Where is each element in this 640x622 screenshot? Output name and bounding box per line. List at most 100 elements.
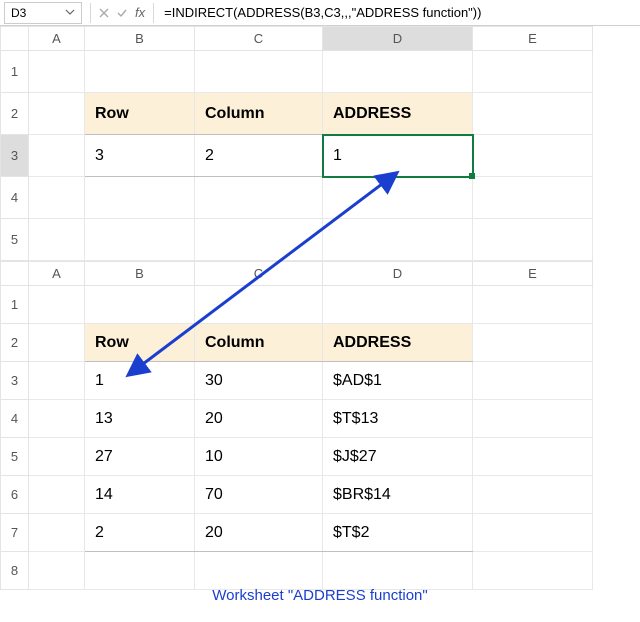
- colhdr-C[interactable]: C: [195, 27, 323, 51]
- colhdr-E[interactable]: E: [473, 27, 593, 51]
- select-all[interactable]: [1, 27, 29, 51]
- formula-bar: D3 fx =INDIRECT(ADDRESS(B3,C3,,,"ADDRESS…: [0, 0, 640, 26]
- c2-A3[interactable]: [29, 362, 85, 400]
- c2-C3[interactable]: 30: [195, 362, 323, 400]
- rowhdr2-6[interactable]: 6: [1, 476, 29, 514]
- colhdr-D[interactable]: D: [323, 27, 473, 51]
- c2-B2[interactable]: Row: [85, 324, 195, 362]
- rowhdr-4[interactable]: 4: [1, 177, 29, 219]
- c2-D8[interactable]: [323, 552, 473, 590]
- cell-E5[interactable]: [473, 219, 593, 261]
- cell-D4[interactable]: [323, 177, 473, 219]
- rowhdr-2[interactable]: 2: [1, 93, 29, 135]
- c2-D6[interactable]: $BR$14: [323, 476, 473, 514]
- cell-C2[interactable]: Column: [195, 93, 323, 135]
- grid-bottom[interactable]: A B C D E 1 2 Row Column ADDRESS 3 1 30 …: [0, 261, 593, 590]
- c2-A1[interactable]: [29, 286, 85, 324]
- c2-A7[interactable]: [29, 514, 85, 552]
- colhdr-A[interactable]: A: [29, 27, 85, 51]
- rowhdr2-4[interactable]: 4: [1, 400, 29, 438]
- colhdr2-B[interactable]: B: [85, 262, 195, 286]
- fx-icon[interactable]: fx: [131, 5, 149, 20]
- c2-C4[interactable]: 20: [195, 400, 323, 438]
- rowhdr2-7[interactable]: 7: [1, 514, 29, 552]
- c2-C7[interactable]: 20: [195, 514, 323, 552]
- cell-E3[interactable]: [473, 135, 593, 177]
- c2-B4[interactable]: 13: [85, 400, 195, 438]
- cell-B3[interactable]: 3: [85, 135, 195, 177]
- chevron-down-icon[interactable]: [65, 6, 75, 20]
- formula-input[interactable]: =INDIRECT(ADDRESS(B3,C3,,,"ADDRESS funct…: [158, 5, 640, 20]
- rowhdr2-8[interactable]: 8: [1, 552, 29, 590]
- c2-D2[interactable]: ADDRESS: [323, 324, 473, 362]
- cell-C4[interactable]: [195, 177, 323, 219]
- c2-E3[interactable]: [473, 362, 593, 400]
- cell-E4[interactable]: [473, 177, 593, 219]
- c2-B8[interactable]: [85, 552, 195, 590]
- caption: Worksheet "ADDRESS function": [0, 587, 640, 604]
- cell-D5[interactable]: [323, 219, 473, 261]
- c2-D7[interactable]: $T$2: [323, 514, 473, 552]
- c2-B7[interactable]: 2: [85, 514, 195, 552]
- c2-E6[interactable]: [473, 476, 593, 514]
- c2-B6[interactable]: 14: [85, 476, 195, 514]
- c2-E7[interactable]: [473, 514, 593, 552]
- cell-C1[interactable]: [195, 51, 323, 93]
- select-all-2[interactable]: [1, 262, 29, 286]
- cell-E2[interactable]: [473, 93, 593, 135]
- cell-B1[interactable]: [85, 51, 195, 93]
- c2-C1[interactable]: [195, 286, 323, 324]
- grid-top[interactable]: A B C D E 1 2 Row Column ADDRESS 3 3 2 1…: [0, 26, 593, 261]
- c2-D5[interactable]: $J$27: [323, 438, 473, 476]
- check-icon[interactable]: [113, 7, 131, 19]
- cell-B2[interactable]: Row: [85, 93, 195, 135]
- rowhdr-3[interactable]: 3: [1, 135, 29, 177]
- c2-E8[interactable]: [473, 552, 593, 590]
- c2-B5[interactable]: 27: [85, 438, 195, 476]
- colhdr2-E[interactable]: E: [473, 262, 593, 286]
- cell-D1[interactable]: [323, 51, 473, 93]
- cell-A1[interactable]: [29, 51, 85, 93]
- rowhdr2-3[interactable]: 3: [1, 362, 29, 400]
- c2-E4[interactable]: [473, 400, 593, 438]
- rowhdr2-5[interactable]: 5: [1, 438, 29, 476]
- cell-C3[interactable]: 2: [195, 135, 323, 177]
- colhdr2-A[interactable]: A: [29, 262, 85, 286]
- cell-B4[interactable]: [85, 177, 195, 219]
- c2-E1[interactable]: [473, 286, 593, 324]
- colhdr2-C[interactable]: C: [195, 262, 323, 286]
- colhdr-B[interactable]: B: [85, 27, 195, 51]
- c2-D3[interactable]: $AD$1: [323, 362, 473, 400]
- c2-A2[interactable]: [29, 324, 85, 362]
- c2-C8[interactable]: [195, 552, 323, 590]
- c2-A8[interactable]: [29, 552, 85, 590]
- c2-E5[interactable]: [473, 438, 593, 476]
- c2-B3[interactable]: 1: [85, 362, 195, 400]
- cell-A3[interactable]: [29, 135, 85, 177]
- cell-A5[interactable]: [29, 219, 85, 261]
- cell-C5[interactable]: [195, 219, 323, 261]
- c2-A4[interactable]: [29, 400, 85, 438]
- c2-D1[interactable]: [323, 286, 473, 324]
- c2-A6[interactable]: [29, 476, 85, 514]
- c2-C5[interactable]: 10: [195, 438, 323, 476]
- cancel-icon[interactable]: [95, 7, 113, 19]
- c2-B1[interactable]: [85, 286, 195, 324]
- rowhdr-5[interactable]: 5: [1, 219, 29, 261]
- c2-D4[interactable]: $T$13: [323, 400, 473, 438]
- rowhdr2-1[interactable]: 1: [1, 286, 29, 324]
- c2-E2[interactable]: [473, 324, 593, 362]
- rowhdr-1[interactable]: 1: [1, 51, 29, 93]
- cell-D2[interactable]: ADDRESS: [323, 93, 473, 135]
- cell-A4[interactable]: [29, 177, 85, 219]
- c2-C6[interactable]: 70: [195, 476, 323, 514]
- cell-D3[interactable]: 1: [323, 135, 473, 177]
- cell-B5[interactable]: [85, 219, 195, 261]
- cell-A2[interactable]: [29, 93, 85, 135]
- c2-C2[interactable]: Column: [195, 324, 323, 362]
- colhdr2-D[interactable]: D: [323, 262, 473, 286]
- name-box[interactable]: D3: [4, 2, 82, 24]
- rowhdr2-2[interactable]: 2: [1, 324, 29, 362]
- c2-A5[interactable]: [29, 438, 85, 476]
- cell-E1[interactable]: [473, 51, 593, 93]
